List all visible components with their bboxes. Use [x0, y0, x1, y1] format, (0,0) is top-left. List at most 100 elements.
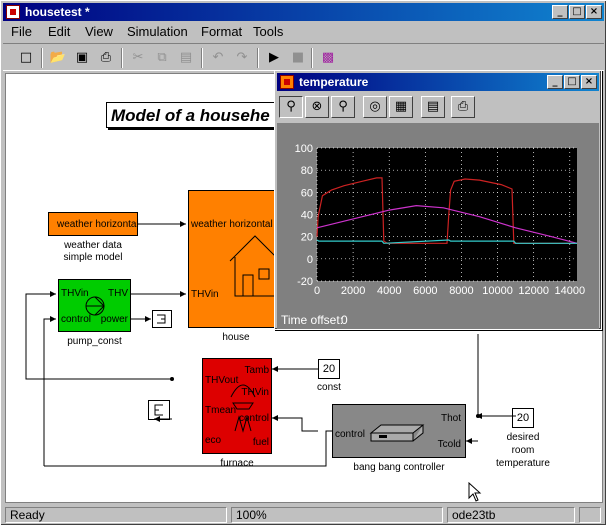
- tmean-terminator[interactable]: [148, 400, 170, 420]
- menu-file[interactable]: File: [11, 24, 32, 39]
- close-button[interactable]: ×: [586, 5, 602, 19]
- paste-icon[interactable]: ▤: [175, 48, 197, 68]
- weather-out-port: weather horizontal: [57, 219, 139, 230]
- wire-pump-control: [43, 318, 56, 466]
- menu-tools[interactable]: Tools: [253, 24, 283, 39]
- terminator-icon: [157, 314, 166, 324]
- toolbar-separator: [311, 48, 313, 68]
- scope-title: temperature: [299, 75, 369, 89]
- status-text: Ready: [5, 507, 227, 523]
- house-label: house: [222, 332, 250, 343]
- undo-icon[interactable]: ↶: [207, 48, 229, 68]
- library-icon[interactable]: ▩: [317, 48, 339, 68]
- scope-print-icon[interactable]: ⎙: [451, 96, 475, 118]
- time-offset-value: 0: [341, 313, 348, 327]
- mouse-cursor-icon: [468, 482, 482, 502]
- toolbar-separator: [201, 48, 203, 68]
- copy-icon[interactable]: ⧉: [151, 48, 173, 68]
- controller-out-port-2: Tcold: [437, 439, 461, 450]
- window-title: housetest *: [25, 5, 90, 19]
- toolbar-separator: [121, 48, 123, 68]
- y-tick-label: 80: [301, 165, 313, 177]
- controller-in-port: control: [335, 429, 366, 440]
- stop-icon[interactable]: ■: [287, 48, 309, 68]
- desired-block[interactable]: 20: [512, 408, 534, 428]
- house-in-port-2: THVin: [191, 289, 219, 300]
- status-solver: ode23tb: [447, 507, 575, 523]
- minimize-button[interactable]: _: [552, 5, 568, 19]
- wire-feedback: [44, 430, 332, 467]
- menu-view[interactable]: View: [85, 24, 113, 39]
- weather-block[interactable]: weather horizontal: [48, 212, 139, 236]
- terminator-icon: [154, 404, 163, 416]
- toolbar-separator: [257, 48, 259, 68]
- zoom-y-icon[interactable]: ⚲: [331, 96, 355, 118]
- x-tick-label: 12000: [518, 285, 549, 297]
- time-offset-label: Time offset:: [281, 313, 344, 327]
- scope-window: temperature _ □ × ⚲ ⊗ ⚲ ◎ ▦ ▤ ⎙ 0 2000 400…: [274, 70, 602, 330]
- matlab-icon: [280, 75, 294, 89]
- scope-maximize-button[interactable]: □: [564, 75, 580, 89]
- furnace-port-eco: eco: [205, 435, 222, 446]
- y-tick-label: 20: [301, 232, 313, 244]
- pump-block[interactable]: THVin control THV power: [58, 279, 131, 332]
- desired-label-2: room: [511, 445, 535, 456]
- zoom-x-icon[interactable]: ⊗: [305, 96, 329, 118]
- scope-chart[interactable]: 0 2000 4000 6000 8000 10000 12000 14000 100 80 60 4…: [277, 123, 599, 309]
- house-block[interactable]: weather horizontal THVin: [188, 190, 284, 328]
- save-icon[interactable]: ▣: [71, 48, 93, 68]
- autoscale-icon[interactable]: ◎: [363, 96, 387, 118]
- start-icon[interactable]: ▶: [263, 48, 285, 68]
- print-icon[interactable]: ⎙: [95, 48, 117, 68]
- controller-out-port-1: Thot: [440, 413, 461, 424]
- flame-icon: [230, 384, 256, 433]
- x-tick-label: 4000: [377, 285, 401, 297]
- furnace-block[interactable]: THVout Tmean eco Tamb THVin control fuel: [202, 358, 272, 454]
- x-tick-label: 14000: [554, 285, 585, 297]
- title-bar[interactable]: housetest * _ □ ×: [3, 3, 604, 21]
- y-tick-label: 40: [301, 210, 313, 222]
- new-icon[interactable]: □: [15, 48, 37, 68]
- menu-simulation[interactable]: Simulation: [127, 24, 188, 39]
- y-tick-label: 100: [295, 143, 313, 155]
- redo-icon[interactable]: ↷: [231, 48, 253, 68]
- menu-format[interactable]: Format: [201, 24, 242, 39]
- status-bar: Ready 100% ode23tb: [3, 506, 604, 524]
- scope-close-button[interactable]: ×: [581, 75, 597, 89]
- furnace-label: furnace: [220, 458, 254, 469]
- scope-minimize-button[interactable]: _: [547, 75, 563, 89]
- params-icon[interactable]: ▤: [421, 96, 445, 118]
- x-tick-label: 2000: [341, 285, 365, 297]
- status-zoom: 100%: [231, 507, 443, 523]
- scope-title-bar[interactable]: temperature _ □ ×: [277, 73, 599, 91]
- const-block[interactable]: 20: [318, 359, 340, 379]
- toolbar: □ 📂 ▣ ⎙ ✂ ⧉ ▤ ↶ ↷ ▶ ■ ▩: [3, 43, 604, 71]
- y-tick-label: -20: [297, 276, 313, 288]
- resize-grip[interactable]: [579, 507, 601, 523]
- zoom-icon[interactable]: ⚲: [279, 96, 303, 118]
- desired-label-1: desired: [506, 432, 540, 443]
- controller-block[interactable]: control Thot Tcold: [332, 404, 466, 458]
- maximize-button[interactable]: □: [569, 5, 585, 19]
- power-terminator[interactable]: [152, 310, 172, 328]
- house-in-port-1: weather horizontal: [191, 219, 273, 230]
- y-tick-label: 60: [301, 187, 313, 199]
- menu-bar: File Edit View Simulation Format Tools: [3, 22, 604, 42]
- x-tick-label: 8000: [449, 285, 473, 297]
- const-label: const: [317, 382, 341, 393]
- weather-label-1: weather data: [64, 240, 122, 251]
- wire-controller-furnace: [272, 417, 318, 432]
- simulink-icon: [6, 5, 20, 19]
- open-icon[interactable]: 📂: [47, 48, 69, 68]
- pump-icon: [85, 296, 105, 316]
- save-axes-icon[interactable]: ▦: [389, 96, 413, 118]
- controller-icon: [369, 424, 425, 442]
- menu-edit[interactable]: Edit: [48, 24, 70, 39]
- x-tick-label: 0: [314, 285, 320, 297]
- desired-label-3: temperature: [496, 458, 550, 469]
- weather-label-2: simple model: [63, 252, 123, 263]
- x-tick-label: 10000: [482, 285, 513, 297]
- x-tick-label: 6000: [413, 285, 437, 297]
- scope-plot-area: 0 2000 4000 6000 8000 10000 12000 14000 100 80 60 4…: [277, 123, 599, 329]
- cut-icon[interactable]: ✂: [127, 48, 149, 68]
